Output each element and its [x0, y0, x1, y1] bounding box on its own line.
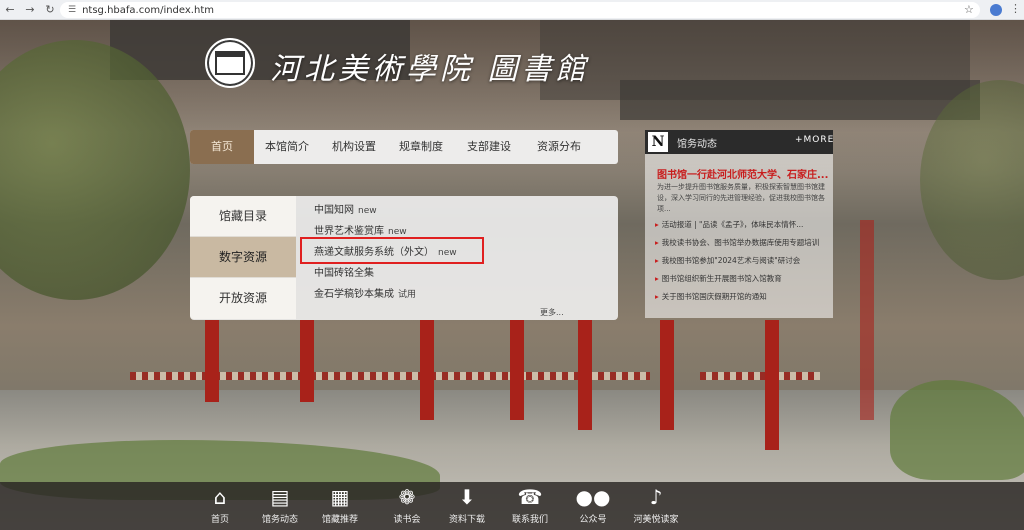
resource-item-label: 金石学稿钞本集成: [314, 289, 394, 300]
pillar-decoration: [205, 320, 219, 402]
news-header: N 馆务动态 +MORE: [645, 130, 833, 154]
bottom-item-recommended[interactable]: ▦ 馆藏推荐: [305, 482, 375, 530]
resource-item-tag: new: [358, 206, 377, 216]
library-logo[interactable]: [205, 38, 255, 88]
resource-item-label: 中国砖铭全集: [314, 268, 374, 279]
back-arrow-icon[interactable]: ←: [0, 3, 20, 16]
resource-item-brick-inscriptions[interactable]: 中国砖铭全集: [304, 263, 604, 284]
pillar-decoration: [510, 320, 524, 420]
news-list-item[interactable]: ▸ 活动报道 | "品读《孟子》，体味民本情怀...: [655, 216, 829, 234]
highlight-annotation: [300, 237, 484, 264]
nav-item-organization[interactable]: 机构设置: [320, 130, 388, 164]
tab-catalog[interactable]: 馆藏目录: [190, 196, 296, 237]
bullet-icon: ▸: [655, 256, 659, 265]
bullet-icon: ▸: [655, 292, 659, 301]
site-info-icon[interactable]: ☰: [68, 5, 76, 15]
nav-item-regulations[interactable]: 规章制度: [388, 130, 454, 164]
news-list-item[interactable]: ▸ 我校图书馆参加"2024艺术与阅读"研讨会: [655, 252, 829, 270]
address-bar-url: ntsg.hbafa.com/index.htm: [82, 4, 214, 16]
pillar-decoration: [300, 320, 314, 402]
resource-item-epigraphy-manuscripts[interactable]: 金石学稿钞本集成 试用: [304, 284, 604, 305]
news-badge: N: [648, 132, 668, 152]
bookshelf-icon: ▦: [330, 485, 350, 509]
bottom-item-label: 公众号: [579, 515, 607, 525]
resource-item-tag: new: [388, 227, 407, 237]
bookmark-star-icon[interactable]: ☆: [964, 3, 974, 16]
bottom-item-label: 资料下载: [448, 515, 485, 525]
download-icon: ⬇: [458, 485, 476, 509]
resource-item-tag: 试用: [398, 290, 417, 300]
pillar-decoration: [765, 320, 779, 450]
resource-item-label: 世界艺术鉴赏库: [314, 226, 384, 237]
news-item-label: 我校读书协会、图书馆举办数据库使用专题培训: [661, 238, 820, 247]
news-list: ▸ 活动报道 | "品读《孟子》，体味民本情怀... ▸ 我校读书协会、图书馆举办数…: [655, 216, 829, 306]
bottom-item-downloads[interactable]: ⬇ 资料下载: [432, 482, 502, 530]
nav-item-resources[interactable]: 资源分布: [524, 130, 594, 164]
phone-icon: ☎: [517, 485, 543, 509]
pillar-decoration: [420, 320, 434, 420]
resource-tabs: 馆藏目录 数字资源 开放资源: [190, 196, 296, 320]
resource-item-label: 中国知网: [314, 205, 354, 216]
news-item-label: 活动报道 | "品读《孟子》，体味民本情怀...: [661, 220, 804, 229]
news-item-label: 关于图书馆国庆假期开馆的通知: [661, 292, 767, 301]
news-feature-summary: 为进一步提升图书馆服务质量，积极探索智慧图书馆建设，深入学习同行的先进管理经验，…: [657, 183, 825, 213]
news-item-label: 图书馆组织新生开展图书馆入馆教育: [661, 274, 782, 283]
address-bar[interactable]: ☰ ntsg.hbafa.com/index.htm: [60, 2, 980, 18]
bottom-item-contact[interactable]: ☎ 联系我们: [495, 482, 565, 530]
bottom-item-label: 联系我们: [511, 515, 548, 525]
pillar-decoration: [860, 220, 874, 420]
douyin-icon: ♪: [649, 485, 663, 509]
news-title: 馆务动态: [677, 139, 717, 150]
bullet-icon: ▸: [655, 220, 659, 229]
bottom-item-douyin[interactable]: ♪ 河美悦读家: [621, 482, 691, 530]
nav-item-home[interactable]: 首页: [190, 130, 254, 164]
pillar-decoration: [660, 320, 674, 430]
news-panel: N 馆务动态 +MORE 图书馆一行赴河北师范大学、石家庄... 为进一步提升图…: [645, 130, 833, 318]
news-list-item[interactable]: ▸ 关于图书馆国庆假期开馆的通知: [655, 288, 829, 306]
menu-kebab-icon[interactable]: ⋮: [1010, 2, 1021, 15]
tab-open-resources[interactable]: 开放资源: [190, 278, 296, 319]
bullet-icon: ▸: [655, 238, 659, 247]
resource-item-cnki[interactable]: 中国知网 new: [304, 200, 604, 221]
tab-digital-resources[interactable]: 数字资源: [190, 237, 296, 278]
profile-avatar[interactable]: [990, 4, 1002, 16]
pillar-decoration: [578, 320, 592, 430]
news-list-item[interactable]: ▸ 图书馆组织新生开展图书馆入馆教育: [655, 270, 829, 288]
main-nav: 首页 本馆简介 机构设置 规章制度 支部建设 资源分布: [190, 130, 618, 164]
bottom-item-label: 馆藏推荐: [321, 515, 358, 525]
bullet-icon: ▸: [655, 274, 659, 283]
reload-icon[interactable]: ↻: [40, 3, 60, 16]
site-title: 河北美術學院 圖書館: [270, 52, 590, 87]
forward-arrow-icon[interactable]: →: [20, 3, 40, 16]
resource-more-link[interactable]: 更多...: [540, 307, 564, 318]
news-feature-headline[interactable]: 图书馆一行赴河北师范大学、石家庄...: [657, 166, 829, 181]
roof-decoration: [620, 80, 980, 120]
bottom-toolbar: ⌂ 首页 ▤ 馆务动态 ▦ 馆藏推荐 ❁ 读书会 ⬇ 资料下载 ☎ 联系我们 ●…: [0, 482, 1024, 530]
bottom-item-wechat[interactable]: ●● 公众号: [558, 482, 628, 530]
bottom-item-label: 河美悦读家: [633, 515, 679, 525]
news-more-link[interactable]: +MORE: [795, 135, 834, 145]
wechat-icon: ●●: [575, 485, 611, 509]
railing-decoration: [700, 372, 820, 380]
browser-toolbar: ← → ↻ ☰ ntsg.hbafa.com/index.htm ☆ ⋮: [0, 0, 1024, 20]
news-list-item[interactable]: ▸ 我校读书协会、图书馆举办数据库使用专题培训: [655, 234, 829, 252]
nav-item-party-branch[interactable]: 支部建设: [454, 130, 524, 164]
nav-item-about[interactable]: 本馆简介: [254, 130, 320, 164]
news-item-label: 我校图书馆参加"2024艺术与阅读"研讨会: [661, 256, 801, 265]
